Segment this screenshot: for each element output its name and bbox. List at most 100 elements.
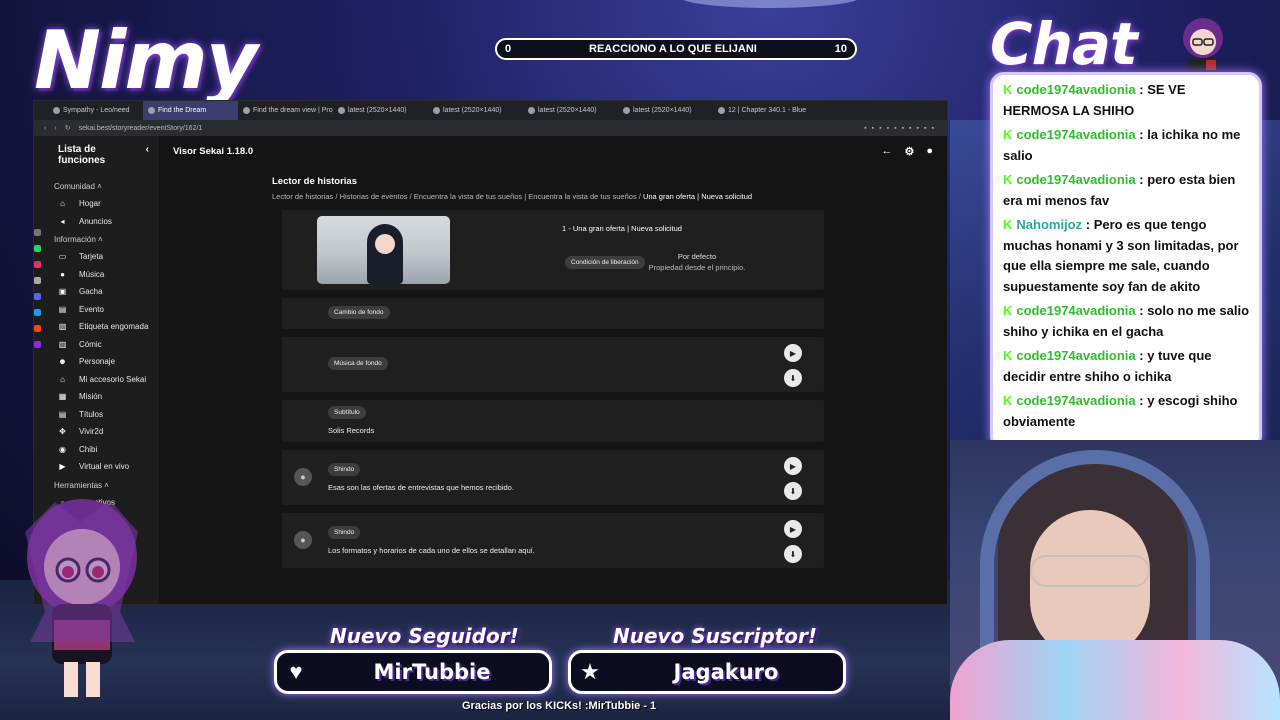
browser-tab[interactable]: latest (2520×1440) xyxy=(618,101,713,120)
reload-icon[interactable]: ↻ xyxy=(65,124,71,132)
browser-side-icons xyxy=(34,229,44,348)
tab-label: latest (2520×1440) xyxy=(633,107,692,114)
chat-message: Kcode1974avadionia : pero esta bien era … xyxy=(1003,170,1251,211)
browser-tab[interactable]: latest (2520×1440) xyxy=(523,101,618,120)
sidebar-item-label: Anuncios xyxy=(79,216,112,226)
person-icon: ● xyxy=(294,531,312,549)
episode-card: 1 - Una gran oferta | Nueva solicitud Co… xyxy=(282,210,824,290)
chevron-up-icon: ˄ xyxy=(95,235,103,244)
sidebar-section-header[interactable]: Comunidad ˄ xyxy=(34,182,159,191)
chat-username[interactable]: code1974avadionia xyxy=(1016,82,1135,97)
home-icon: ⌂ xyxy=(60,374,65,384)
chat-username[interactable]: code1974avadionia xyxy=(1016,303,1135,318)
breadcrumb-item[interactable]: Historias de eventos xyxy=(340,192,408,201)
sidebar-item[interactable]: ▥ Cómic xyxy=(34,336,159,354)
browser-tab[interactable]: latest (2520×1440) xyxy=(428,101,523,120)
chat-username[interactable]: code1974avadionia xyxy=(1016,393,1135,408)
sidebar-item[interactable]: ▶ Virtual en vivo xyxy=(34,458,159,476)
subscriber-alert-title: Nuevo Suscriptor! xyxy=(613,624,818,648)
favicon-icon xyxy=(718,107,725,114)
favicon-icon xyxy=(338,107,345,114)
subscriber-name: Jagakuro xyxy=(673,660,779,684)
sidebar-item[interactable]: ◉ Chibi xyxy=(34,441,159,459)
move-icon: ✥ xyxy=(59,427,66,437)
browser-tab[interactable]: latest (2520×1440) xyxy=(333,101,428,120)
app-title: Visor Sekai 1.18.0 xyxy=(173,145,254,157)
sidebar-item-label: Chibi xyxy=(79,444,98,454)
chat-username[interactable]: code1974avadionia xyxy=(1016,348,1135,363)
back-icon[interactable]: ‹ xyxy=(44,125,46,132)
progress-end: 10 xyxy=(834,43,847,55)
download-icon[interactable]: ⬇ xyxy=(784,369,802,387)
chat-username[interactable]: code1974avadionia xyxy=(1016,127,1135,142)
favicon-icon xyxy=(148,107,155,114)
breadcrumb-item[interactable]: Lector de historias xyxy=(272,192,333,201)
browser-tab[interactable]: Sympathy - Leo/need xyxy=(48,101,143,120)
block-text: Solis Records xyxy=(328,426,375,435)
home-icon: ⌂ xyxy=(60,199,65,209)
sidebar-title: Lista de funciones ‹ xyxy=(34,144,159,166)
chevron-up-icon: ˄ xyxy=(102,480,109,490)
sidebar-item[interactable]: ▤ Títulos xyxy=(34,406,159,424)
browser-tab[interactable]: 12 | Chapter 340.1 - Blue L xyxy=(713,101,808,120)
breadcrumb-current: Una gran oferta | Nueva solicitud xyxy=(642,192,753,201)
sidebar-item[interactable]: ▭ Tarjeta xyxy=(34,248,159,266)
back-arrow-icon[interactable]: ← xyxy=(881,145,892,158)
extension-icons[interactable]: ▪▪▪▪▪▪▪▪▪▪ xyxy=(864,125,939,132)
download-icon[interactable]: ⬇ xyxy=(784,482,802,500)
chat-message: K Nahomijoz : Pero es que tengo muchas ho… xyxy=(1003,215,1251,297)
sidebar-item[interactable]: ▣ Gacha xyxy=(34,283,159,301)
url-field[interactable]: sekai.best/storyreader/eventStory/162/1 xyxy=(79,125,203,132)
sidebar-section-header[interactable]: Herramientas ˄ xyxy=(34,481,159,490)
favicon-icon xyxy=(623,107,630,114)
story-block: Cambio de fondo xyxy=(282,298,824,329)
download-icon[interactable]: ⬇ xyxy=(784,545,802,563)
dialogue-text: Los formatos y horarios de cada uno de e… xyxy=(328,546,535,555)
kick-badge-icon: K xyxy=(1003,303,1013,318)
sidebar-item[interactable]: ⌂ Hogar xyxy=(34,195,159,213)
sidebar-item[interactable]: ◂ Anuncios xyxy=(34,213,159,231)
megaphone-icon: ◂ xyxy=(60,216,65,226)
kick-badge-icon: K xyxy=(1003,217,1013,232)
follower-alert-title: Nuevo Seguidor! xyxy=(330,624,519,648)
chat-username[interactable]: Nahomijoz xyxy=(1016,217,1082,232)
chat-message: Kcode1974avadionia : y tuve que decidir … xyxy=(1003,346,1251,387)
chat-message: Kcode1974avadionia : SE VE HERMOSA LA SH… xyxy=(1003,80,1251,121)
sidebar-item-label: Personaje xyxy=(79,357,116,367)
sidebar-item-label: Hogar xyxy=(79,199,101,209)
play-icon[interactable]: ▶ xyxy=(784,457,802,475)
sidebar-item-label: Gacha xyxy=(79,287,103,297)
sidebar-item-label: Evento xyxy=(79,304,104,314)
sidebar-section-header[interactable]: Información ˄ xyxy=(34,235,159,244)
sidebar-item[interactable]: ▦ Misión xyxy=(34,388,159,406)
mission-icon: ▦ xyxy=(58,392,67,402)
sidebar-item[interactable]: ● Música xyxy=(34,266,159,284)
favicon-icon xyxy=(433,107,440,114)
sticker-icon: ▧ xyxy=(58,322,67,332)
kick-badge-icon: K xyxy=(1003,393,1013,408)
dialogue-text: Esas son las ofertas de entrevistas que … xyxy=(328,483,514,492)
gear-icon[interactable]: ⚙ xyxy=(904,145,914,158)
sidebar-item[interactable]: ✥ Vivir2d xyxy=(34,423,159,441)
browser-tab[interactable]: Find the dream view | Proj xyxy=(238,101,333,120)
tab-label: Find the dream view | Proj xyxy=(253,107,333,114)
tab-label: latest (2520×1440) xyxy=(443,107,502,114)
sidebar-item[interactable]: ⌂ Mi accesorio Sekai xyxy=(34,371,159,389)
streamer-name: Nimy xyxy=(34,14,258,107)
play-icon[interactable]: ▶ xyxy=(784,520,802,538)
chevron-left-icon[interactable]: ‹ xyxy=(146,144,149,166)
story-block: Subtítulo Solis Records xyxy=(282,400,824,442)
page-title: Lector de historias xyxy=(272,176,357,187)
forward-icon[interactable]: › xyxy=(54,125,56,132)
tab-label: Sympathy - Leo/need xyxy=(63,107,130,114)
browser-tab[interactable]: Find the Dream xyxy=(143,101,238,120)
headphones-icon xyxy=(980,450,1210,670)
account-icon[interactable]: ● xyxy=(926,145,933,158)
play-icon[interactable]: ▶ xyxy=(784,344,802,362)
chat-username[interactable]: code1974avadionia xyxy=(1016,172,1135,187)
sidebar-item[interactable]: ☻ Personaje xyxy=(34,353,159,371)
sidebar-item[interactable]: ▧ Etiqueta engomada xyxy=(34,318,159,336)
sidebar-item[interactable]: ▤ Evento xyxy=(34,301,159,319)
breadcrumb-item[interactable]: Encuentra la vista de tus sueños | Encue… xyxy=(414,192,637,201)
kick-badge-icon: K xyxy=(1003,172,1013,187)
